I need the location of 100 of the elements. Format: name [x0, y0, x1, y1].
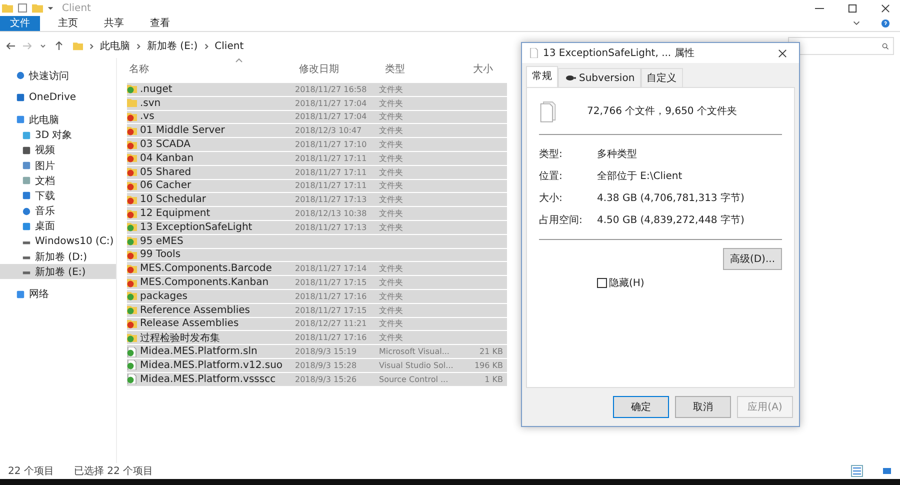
date-cell-text: 2018/12/13 10:38 [295, 209, 368, 218]
dialog-tab[interactable]: 常规 [526, 66, 558, 87]
sidebar-item[interactable]: 新加卷 (E:) [0, 264, 116, 280]
sidebar-item[interactable]: 新加卷 (D:) [0, 249, 116, 264]
files-icon [539, 99, 557, 123]
file-row[interactable]: 95 eMES [127, 234, 507, 249]
sidebar-item[interactable]: 音乐 [0, 204, 116, 219]
file-icon [127, 112, 137, 122]
close-icon[interactable] [881, 4, 890, 12]
sidebar-item[interactable]: 此电脑 [0, 112, 116, 128]
file-row[interactable]: Reference Assemblies 2018/11/27 17:15 文件夹 [127, 304, 507, 318]
file-icon [127, 236, 137, 246]
date-cell-text: 2018/11/27 17:04 [295, 98, 368, 108]
file-row[interactable]: Midea.MES.Platform.sln 2018/9/3 15:19 Microsoft Visual... 21 KB [127, 345, 507, 359]
file-row[interactable]: 10 Schedular 2018/11/27 17:13 文件夹 [127, 193, 507, 208]
date-cell-text: 2018/11/27 17:13 [295, 195, 368, 204]
date-cell-text: 2018/11/27 17:11 [295, 181, 368, 190]
folder-icon [2, 3, 13, 13]
file-row[interactable]: .svn 2018/11/27 17:04 文件夹 [127, 96, 507, 111]
sidebar-item[interactable]: 桌面 [0, 218, 116, 234]
sidebar-item[interactable]: OneDrive [0, 90, 116, 106]
date-cell-text: 2018/11/27 17:16 [295, 333, 368, 342]
sidebar-item[interactable]: 下载 [0, 188, 116, 204]
file-name: .svn [140, 98, 161, 109]
up-icon[interactable] [54, 41, 64, 51]
file-icon [127, 153, 137, 164]
file-row[interactable]: MES.Components.Barcode 2018/11/27 17:14 文件夹 [127, 262, 507, 276]
turtle-icon [564, 75, 576, 81]
file-row[interactable]: 过程检验时发布集 2018/11/27 17:16 文件夹 [127, 331, 507, 346]
file-row[interactable]: 06 Cacher 2018/11/27 17:11 文件夹 [127, 180, 507, 194]
type-cell-text: Microsoft Visual... [379, 347, 450, 356]
date-cell-text: 2018/11/27 17:11 [295, 168, 368, 177]
date-cell-text: 2018/9/3 15:19 [295, 347, 358, 356]
file-row[interactable]: 01 Middle Server 2018/12/3 10:47 文件夹 [127, 124, 507, 138]
sidebar-item[interactable]: 视频 [0, 142, 116, 158]
chevron-icon [202, 42, 210, 50]
column-header[interactable]: 修改日期 [297, 62, 383, 76]
document-icon [528, 48, 539, 58]
breadcrumb[interactable]: Client [214, 40, 244, 52]
sidebar-item[interactable]: 快速访问 [0, 68, 116, 84]
maximize-icon[interactable] [848, 4, 857, 12]
expand-icon[interactable] [852, 19, 861, 28]
save-icon[interactable] [17, 3, 28, 13]
ribbon-tab[interactable]: 共享 [96, 16, 132, 31]
file-row[interactable]: 05 Shared 2018/11/27 17:11 文件夹 [127, 166, 507, 180]
file-row[interactable]: .vs 2018/11/27 17:04 文件夹 [127, 110, 507, 124]
hidden-checkbox[interactable]: 隐藏(H) [597, 276, 644, 290]
advanced-button[interactable]: 高级(D)... [722, 248, 782, 270]
property-label: 类型: [539, 148, 564, 161]
tiles-view-icon[interactable] [882, 466, 892, 476]
sidebar-icon [16, 71, 25, 80]
sidebar-item[interactable]: 3D 对象 [0, 128, 116, 143]
file-row[interactable]: MES.Components.Kanban 2018/11/27 17:15 文件夹 [127, 276, 507, 290]
file-row[interactable]: 03 SCADA 2018/11/27 17:10 文件夹 [127, 138, 507, 152]
file-name: 04 Kanban [140, 152, 194, 164]
file-row[interactable]: 04 Kanban 2018/11/27 17:11 文件夹 [127, 152, 507, 166]
file-icon [127, 84, 137, 94]
dialog-button[interactable]: 确定 [613, 396, 669, 418]
date-cell-text: 2018/11/27 17:14 [295, 264, 368, 274]
file-row[interactable]: 13 ExceptionSafeLight 2018/11/27 17:13 文件夹 [127, 220, 507, 235]
property-value: 多种类型 [597, 148, 637, 161]
type-cell-text: 文件夹 [379, 139, 404, 150]
file-icon [127, 264, 137, 274]
details-view-icon[interactable] [852, 466, 862, 476]
help-icon[interactable] [881, 19, 890, 28]
file-row[interactable]: 12 Equipment 2018/12/13 10:38 文件夹 [127, 207, 507, 221]
ribbon-tab[interactable]: 查看 [142, 16, 178, 31]
back-icon[interactable] [6, 41, 16, 51]
ribbon-tab[interactable]: 文件 [0, 16, 40, 31]
sidebar-item[interactable]: 网络 [0, 286, 116, 302]
type-cell-text: Visual Studio Sol... [379, 360, 454, 370]
folder-icon [73, 41, 83, 51]
sort-icon [235, 58, 243, 63]
file-row[interactable]: packages 2018/11/27 17:16 文件夹 [127, 290, 507, 304]
dialog-button[interactable]: 取消 [675, 396, 731, 418]
file-row[interactable]: 99 Tools [127, 248, 507, 262]
column-header[interactable]: 类型 [383, 62, 471, 76]
file-name: 13 ExceptionSafeLight [140, 222, 252, 233]
date-cell-text: 2018/11/27 17:13 [295, 222, 368, 232]
file-name: packages [140, 290, 188, 302]
date-cell-text: 2018/11/27 17:04 [295, 112, 368, 122]
column-header[interactable]: 名称 [127, 62, 297, 76]
ribbon-tab[interactable]: 主页 [50, 16, 86, 31]
breadcrumb[interactable]: 新加卷 (E:) [147, 39, 198, 53]
breadcrumb[interactable]: 此电脑 [100, 39, 130, 53]
sidebar-item[interactable]: 文档 [0, 173, 116, 188]
file-row[interactable]: Midea.MES.Platform.vssscc 2018/9/3 15:26 Source Control ... 1 KB [127, 372, 507, 387]
file-row[interactable]: Release Assemblies 2018/12/27 11:21 文件夹 [127, 318, 507, 332]
file-row[interactable]: Midea.MES.Platform.v12.suo 2018/9/3 15:28 Visual Studio Sol... 196 KB [127, 358, 507, 373]
file-name: 01 Middle Server [140, 125, 225, 136]
chevron-icon [135, 42, 142, 50]
close-icon[interactable] [778, 48, 787, 58]
date-cell-text: 2018/12/27 11:21 [295, 319, 368, 328]
sidebar-item[interactable]: 图片 [0, 158, 116, 174]
column-header[interactable]: 大小 [471, 62, 511, 76]
sidebar-item[interactable]: Windows10 (C:) [0, 234, 116, 250]
size-cell-text: 196 KB [473, 360, 504, 370]
date-cell-text: 2018/11/27 17:10 [295, 140, 368, 150]
file-row[interactable]: .nuget 2018/11/27 16:58 文件夹 [127, 83, 507, 97]
type-cell-text: 文件夹 [379, 180, 404, 192]
